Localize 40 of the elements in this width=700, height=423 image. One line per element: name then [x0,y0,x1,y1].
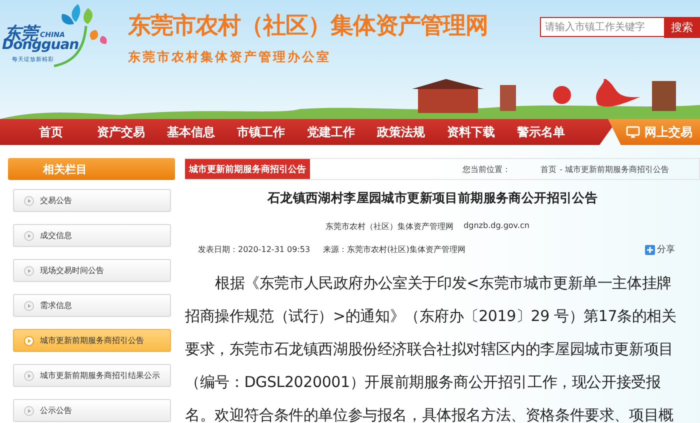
site-title: 东莞市农村（社区）集体资产管理网 [128,12,488,41]
nav-link[interactable]: 首页 [16,124,86,140]
nav-link[interactable]: 资料下载 [436,124,506,140]
section-tab[interactable]: 城市更新前期服务商招引公告 [185,159,310,179]
play-icon [24,230,34,240]
nav-link[interactable]: 党建工作 [296,124,366,140]
plus-icon [645,244,655,254]
nav-link[interactable]: 政策法规 [366,124,436,140]
source-site: 东莞市农村（社区）集体资产管理网 [326,221,454,232]
sidebar-item[interactable]: 需求信息 [13,294,171,317]
article-title: 石龙镇西湖村李屋园城市更新项目前期服务商公开招引公告 [266,190,599,207]
sidebar-item[interactable]: 城市更新前期服务商招引结果公示 [13,364,171,387]
search-button[interactable]: 搜索 [664,17,700,38]
play-icon [24,336,34,346]
play-icon [24,370,34,380]
nav-link[interactable]: 警示名单 [506,124,576,140]
play-icon [24,300,34,310]
breadcrumb-text: - 城市更新前期服务商招引公告 [560,164,669,174]
nav-link[interactable]: 基本信息 [156,124,226,140]
play-icon [24,406,34,416]
publish-date: 发表日期：2020-12-31 09:53 [198,244,310,255]
share-button[interactable]: 分享 [645,243,675,256]
article-source: 来源：东莞市农村(社区)集体资产管理网 [323,244,466,255]
sidebar-title: 相关栏目 [8,158,175,180]
nav-link[interactable]: 资产交易 [86,124,156,140]
site-subtitle: 东莞市农村集体资产管理办公室 [128,49,332,66]
breadcrumb-link[interactable]: 首页 [540,164,557,174]
monitor-icon [626,126,640,138]
sidebar-item[interactable]: 现场交易时间公告 [13,259,171,282]
breadcrumb-label: 您当前位置： [462,164,511,174]
sidebar-item[interactable]: 交易公告 [13,189,171,212]
search-field[interactable]: 请输入市镇工作关键字 [540,17,664,37]
sidebar-item[interactable]: 城市更新前期服务商招引公告 [13,329,171,352]
article-paragraph: 根据《东莞市人民政府办公室关于印发<东莞市城市更新单一主体挂牌招商操作规范（试行）>的通知》（东府办〔2019〕29 号）第17条的相关要求，东莞市石龙镇西湖股份经济联合社拟对辖区内的李屋园城市更新项目（编号：DGSL2020001）开展前期服务商公开招引工作，现公开接受报名。欢迎符合条件的单位参与报名，具体报名方法、资格条件要求、项目概 [185,273,677,423]
play-icon [24,266,34,276]
sidebar-item[interactable]: 公示公告 [13,399,171,422]
sidebar-item[interactable]: 成交信息 [13,224,171,247]
source-url: dgnzb.dg.gov.cn [464,221,530,232]
play-icon [24,196,34,206]
nav-link[interactable]: 市镇工作 [226,124,296,140]
